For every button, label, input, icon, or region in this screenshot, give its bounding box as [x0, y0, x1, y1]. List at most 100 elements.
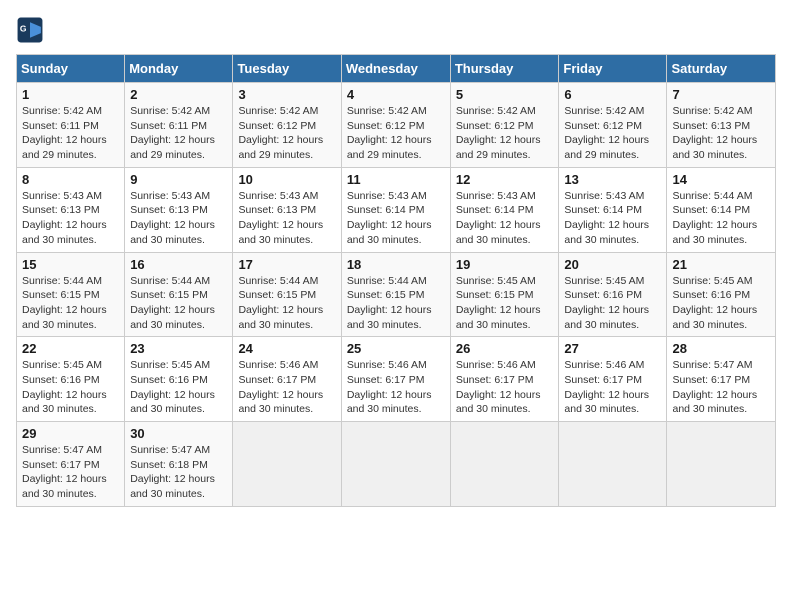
calendar-cell: 24Sunrise: 5:46 AM Sunset: 6:17 PM Dayli…	[233, 337, 341, 422]
day-info: Sunrise: 5:44 AM Sunset: 6:15 PM Dayligh…	[347, 274, 445, 333]
day-number: 18	[347, 257, 445, 272]
page-header: G	[16, 16, 776, 44]
calendar-week-row: 22 Sunrise: 5:45 AM Sunset: 6:16 PM Dayli…	[17, 337, 776, 422]
calendar-cell: 20Sunrise: 5:45 AM Sunset: 6:16 PM Dayli…	[559, 252, 667, 337]
day-info: Sunrise: 5:43 AM Sunset: 6:13 PM Dayligh…	[130, 189, 227, 248]
day-number: 17	[238, 257, 335, 272]
day-info: Sunrise: 5:44 AM Sunset: 6:15 PM Dayligh…	[238, 274, 335, 333]
weekday-header-friday: Friday	[559, 55, 667, 83]
weekday-header-sunday: Sunday	[17, 55, 125, 83]
day-number: 10	[238, 172, 335, 187]
calendar-cell: 2 Sunrise: 5:42 AM Sunset: 6:11 PM Daylig…	[125, 83, 233, 168]
calendar-cell: 19 Sunrise: 5:45 AM Sunset: 6:15 PM Dayli…	[450, 252, 559, 337]
calendar-cell	[341, 422, 450, 507]
day-info: Sunrise: 5:46 AM Sunset: 6:17 PM Dayligh…	[347, 358, 445, 417]
calendar-cell	[450, 422, 559, 507]
day-number: 8	[22, 172, 119, 187]
day-info: Sunrise: 5:43 AM Sunset: 6:14 PM Dayligh…	[564, 189, 661, 248]
day-number: 28	[672, 341, 770, 356]
day-info: Sunrise: 5:43 AM Sunset: 6:13 PM Dayligh…	[238, 189, 335, 248]
calendar-cell: 5 Sunrise: 5:42 AM Sunset: 6:12 PM Daylig…	[450, 83, 559, 168]
day-info: Sunrise: 5:43 AM Sunset: 6:13 PM Dayligh…	[22, 189, 119, 248]
day-number: 2	[130, 87, 227, 102]
day-info: Sunrise: 5:47 AM Sunset: 6:18 PM Dayligh…	[130, 443, 227, 502]
weekday-header-saturday: Saturday	[667, 55, 776, 83]
calendar-cell: 27 Sunrise: 5:46 AM Sunset: 6:17 PM Dayli…	[559, 337, 667, 422]
day-number: 21	[672, 257, 770, 272]
day-number: 15	[22, 257, 119, 272]
logo: G	[16, 16, 48, 44]
calendar-week-row: 1Sunrise: 5:42 AM Sunset: 6:11 PM Daylig…	[17, 83, 776, 168]
weekday-header-tuesday: Tuesday	[233, 55, 341, 83]
calendar-cell: 3 Sunrise: 5:42 AM Sunset: 6:12 PM Daylig…	[233, 83, 341, 168]
calendar-cell: 10 Sunrise: 5:43 AM Sunset: 6:13 PM Dayli…	[233, 167, 341, 252]
calendar-cell: 15 Sunrise: 5:44 AM Sunset: 6:15 PM Dayli…	[17, 252, 125, 337]
calendar-week-row: 8 Sunrise: 5:43 AM Sunset: 6:13 PM Daylig…	[17, 167, 776, 252]
day-info: Sunrise: 5:42 AM Sunset: 6:12 PM Dayligh…	[347, 104, 445, 163]
calendar-cell: 4 Sunrise: 5:42 AM Sunset: 6:12 PM Daylig…	[341, 83, 450, 168]
day-info: Sunrise: 5:44 AM Sunset: 6:15 PM Dayligh…	[130, 274, 227, 333]
day-number: 13	[564, 172, 661, 187]
calendar-week-row: 29 Sunrise: 5:47 AM Sunset: 6:17 PM Dayli…	[17, 422, 776, 507]
calendar-cell: 8 Sunrise: 5:43 AM Sunset: 6:13 PM Daylig…	[17, 167, 125, 252]
day-info: Sunrise: 5:43 AM Sunset: 6:14 PM Dayligh…	[456, 189, 554, 248]
calendar-table: SundayMondayTuesdayWednesdayThursdayFrid…	[16, 54, 776, 507]
calendar-cell: 21 Sunrise: 5:45 AM Sunset: 6:16 PM Dayli…	[667, 252, 776, 337]
calendar-cell: 13 Sunrise: 5:43 AM Sunset: 6:14 PM Dayli…	[559, 167, 667, 252]
calendar-cell: 1Sunrise: 5:42 AM Sunset: 6:11 PM Daylig…	[17, 83, 125, 168]
day-info: Sunrise: 5:47 AM Sunset: 6:17 PM Dayligh…	[672, 358, 770, 417]
day-number: 16	[130, 257, 227, 272]
day-number: 5	[456, 87, 554, 102]
calendar-cell	[667, 422, 776, 507]
calendar-cell: 14 Sunrise: 5:44 AM Sunset: 6:14 PM Dayli…	[667, 167, 776, 252]
day-number: 6	[564, 87, 661, 102]
calendar-cell: 22 Sunrise: 5:45 AM Sunset: 6:16 PM Dayli…	[17, 337, 125, 422]
day-number: 7	[672, 87, 770, 102]
day-number: 23	[130, 341, 227, 356]
calendar-cell: 28 Sunrise: 5:47 AM Sunset: 6:17 PM Dayli…	[667, 337, 776, 422]
day-info: Sunrise: 5:47 AM Sunset: 6:17 PM Dayligh…	[22, 443, 119, 502]
day-info: Sunrise: 5:42 AM Sunset: 6:12 PM Dayligh…	[456, 104, 554, 163]
calendar-cell: 25Sunrise: 5:46 AM Sunset: 6:17 PM Dayli…	[341, 337, 450, 422]
day-info: Sunrise: 5:45 AM Sunset: 6:15 PM Dayligh…	[456, 274, 554, 333]
day-info: Sunrise: 5:45 AM Sunset: 6:16 PM Dayligh…	[130, 358, 227, 417]
day-info: Sunrise: 5:42 AM Sunset: 6:12 PM Dayligh…	[238, 104, 335, 163]
calendar-cell: 29 Sunrise: 5:47 AM Sunset: 6:17 PM Dayli…	[17, 422, 125, 507]
day-info: Sunrise: 5:44 AM Sunset: 6:14 PM Dayligh…	[672, 189, 770, 248]
day-info: Sunrise: 5:46 AM Sunset: 6:17 PM Dayligh…	[564, 358, 661, 417]
calendar-cell: 16 Sunrise: 5:44 AM Sunset: 6:15 PM Dayli…	[125, 252, 233, 337]
weekday-header-thursday: Thursday	[450, 55, 559, 83]
day-info: Sunrise: 5:44 AM Sunset: 6:15 PM Dayligh…	[22, 274, 119, 333]
calendar-cell: 11 Sunrise: 5:43 AM Sunset: 6:14 PM Dayli…	[341, 167, 450, 252]
calendar-cell: 17 Sunrise: 5:44 AM Sunset: 6:15 PM Dayli…	[233, 252, 341, 337]
day-number: 4	[347, 87, 445, 102]
day-info: Sunrise: 5:42 AM Sunset: 6:11 PM Dayligh…	[22, 104, 119, 163]
day-number: 9	[130, 172, 227, 187]
calendar-week-row: 15 Sunrise: 5:44 AM Sunset: 6:15 PM Dayli…	[17, 252, 776, 337]
weekday-header-monday: Monday	[125, 55, 233, 83]
calendar-cell: 12Sunrise: 5:43 AM Sunset: 6:14 PM Dayli…	[450, 167, 559, 252]
day-number: 30	[130, 426, 227, 441]
day-number: 14	[672, 172, 770, 187]
svg-text:G: G	[20, 24, 27, 34]
day-info: Sunrise: 5:46 AM Sunset: 6:17 PM Dayligh…	[238, 358, 335, 417]
day-number: 20	[564, 257, 661, 272]
day-number: 3	[238, 87, 335, 102]
day-info: Sunrise: 5:42 AM Sunset: 6:13 PM Dayligh…	[672, 104, 770, 163]
day-info: Sunrise: 5:43 AM Sunset: 6:14 PM Dayligh…	[347, 189, 445, 248]
calendar-cell: 6 Sunrise: 5:42 AM Sunset: 6:12 PM Daylig…	[559, 83, 667, 168]
calendar-cell: 30 Sunrise: 5:47 AM Sunset: 6:18 PM Dayli…	[125, 422, 233, 507]
day-number: 29	[22, 426, 119, 441]
day-info: Sunrise: 5:45 AM Sunset: 6:16 PM Dayligh…	[672, 274, 770, 333]
calendar-cell	[233, 422, 341, 507]
day-info: Sunrise: 5:42 AM Sunset: 6:11 PM Dayligh…	[130, 104, 227, 163]
calendar-cell: 18 Sunrise: 5:44 AM Sunset: 6:15 PM Dayli…	[341, 252, 450, 337]
day-number: 22	[22, 341, 119, 356]
day-info: Sunrise: 5:42 AM Sunset: 6:12 PM Dayligh…	[564, 104, 661, 163]
day-number: 11	[347, 172, 445, 187]
day-info: Sunrise: 5:45 AM Sunset: 6:16 PM Dayligh…	[22, 358, 119, 417]
weekday-header-wednesday: Wednesday	[341, 55, 450, 83]
day-number: 27	[564, 341, 661, 356]
day-number: 19	[456, 257, 554, 272]
calendar-cell: 26Sunrise: 5:46 AM Sunset: 6:17 PM Dayli…	[450, 337, 559, 422]
